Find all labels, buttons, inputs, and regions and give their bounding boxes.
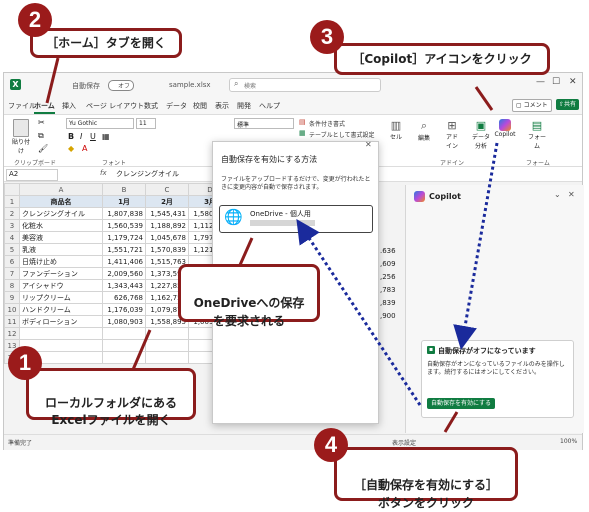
callout-open-file: ローカルフォルダにある Excelファイルを開く	[26, 368, 196, 427]
step-2-badge: 2	[18, 3, 52, 37]
pointer-popup	[238, 237, 254, 266]
annotation-arrows	[45, 57, 499, 433]
callout-home-tab: ［ホーム］タブを開く	[30, 28, 182, 58]
step-1-badge: 1	[8, 346, 42, 380]
callout-copilot-icon: ［Copilot］アイコンをクリック	[334, 43, 550, 75]
arrow-to-card	[453, 142, 499, 350]
pointer-copilot	[474, 86, 494, 111]
step-3-badge: 3	[310, 20, 344, 54]
pointer-sheet	[130, 329, 152, 373]
callout-enable-button: ［自動保存を有効にする］ ボタンをクリック	[334, 447, 518, 510]
arrow-to-onedrive	[296, 219, 422, 406]
callout-open-file-text: ローカルフォルダにある Excelファイルを開く	[44, 396, 177, 427]
pointer-button	[443, 411, 459, 433]
step-4-badge: 4	[314, 428, 348, 462]
callout-copilot-icon-text: ［Copilot］アイコンをクリック	[352, 52, 532, 66]
callout-onedrive: OneDriveへの保存 を要求される	[178, 264, 320, 328]
pointer-tab-home	[45, 57, 60, 104]
callout-home-tab-text: ［ホーム］タブを開く	[46, 36, 166, 50]
